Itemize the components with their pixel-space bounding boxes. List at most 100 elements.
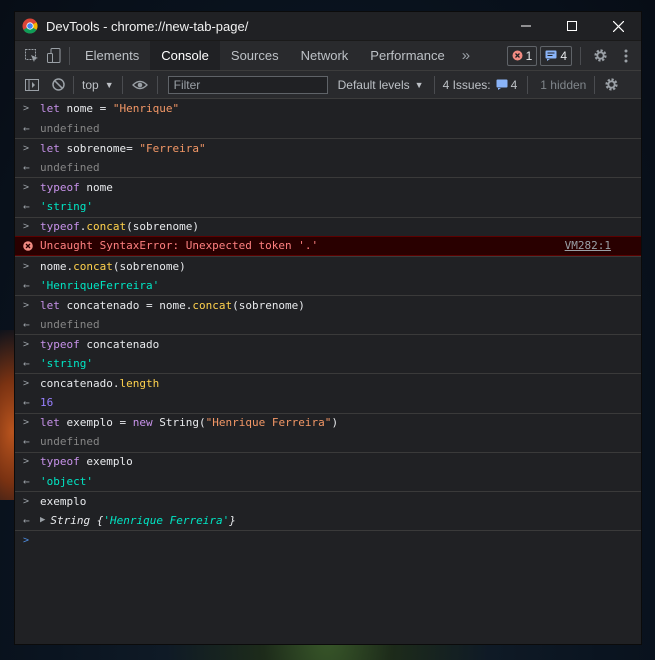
error-count: 1 [525, 48, 533, 63]
console-input-row: > concatenado. length [15, 373, 641, 393]
panel-tab-bar: Elements Console Sources Network Perform… [15, 41, 641, 71]
console-token: typeof [40, 455, 80, 469]
error-icon [23, 237, 33, 255]
prompt-caret-icon: > [23, 534, 30, 546]
input-prompt-icon: > [23, 338, 30, 350]
inspect-element-button[interactable] [21, 42, 43, 70]
input-prompt-icon: > [23, 221, 30, 233]
console-output-row: ← 16 [15, 393, 641, 413]
console-token: exemplo [79, 455, 133, 469]
object-value: 'Henrique Ferreira' [103, 513, 230, 527]
gear-icon [605, 78, 618, 91]
console-token: 'HenriqueFerreira' [40, 278, 160, 292]
context-dropdown-icon[interactable]: ▼ [105, 80, 114, 90]
source-link[interactable]: VM282:1 [565, 239, 611, 252]
sidebar-icon [25, 78, 39, 91]
filter-input[interactable]: Filter [167, 75, 328, 94]
levels-dropdown-icon[interactable]: ▼ [415, 80, 424, 90]
output-return-icon: ← [23, 474, 30, 488]
divider [580, 46, 581, 65]
console-token: let [40, 141, 60, 155]
console-input-row: > nome. concat (sobrenome) [15, 255, 641, 276]
input-prompt-icon: > [23, 378, 30, 390]
tab-network[interactable]: Network [290, 42, 360, 70]
input-prompt-icon: > [23, 260, 30, 272]
divider [69, 46, 70, 65]
output-return-icon: ← [23, 513, 30, 527]
input-prompt-icon: > [23, 182, 30, 194]
expand-triangle-icon[interactable]: ▶ [40, 515, 45, 525]
input-prompt-icon: > [23, 495, 30, 507]
maximize-button[interactable] [549, 12, 595, 40]
tab-elements[interactable]: Elements [74, 42, 150, 70]
input-prompt-icon: > [23, 299, 30, 311]
tab-performance[interactable]: Performance [359, 42, 455, 70]
devtools-window: DevTools - chrome://new-tab-page/ Elemen… [15, 12, 641, 644]
message-icon [545, 50, 557, 61]
console-output-row: ← 'string' [15, 197, 641, 217]
console-settings-button[interactable] [599, 71, 623, 99]
maximize-icon [567, 21, 577, 31]
output-return-icon: ← [23, 357, 30, 371]
clear-console-button[interactable] [47, 71, 69, 99]
chrome-icon [22, 18, 38, 34]
settings-button[interactable] [585, 42, 615, 70]
console-input-row: > typeof nome [15, 177, 641, 197]
console-token: undefined [40, 317, 100, 331]
window-title: DevTools - chrome://new-tab-page/ [46, 18, 249, 34]
close-button[interactable] [595, 12, 641, 40]
kebab-menu-icon [624, 49, 628, 62]
divider [156, 75, 158, 94]
console-output-row: ← undefined [15, 432, 641, 452]
device-toolbar-button[interactable] [43, 42, 65, 70]
output-return-icon: ← [23, 161, 30, 175]
console-log[interactable]: > let nome = "Henrique" ← undefined > let sob… [15, 99, 641, 550]
console-error-row: Uncaught SyntaxError: Unexpected token '… [15, 236, 641, 256]
divider [527, 75, 529, 94]
tab-console[interactable]: Console [150, 41, 220, 70]
console-token: 'string' [40, 357, 93, 371]
console-input-row: > let concatenado = nome. concat (sobrenome… [15, 294, 641, 315]
console-input-row: > typeof concatenado [15, 334, 641, 354]
error-count-badge[interactable]: 1 [506, 45, 538, 66]
console-token: nome. [40, 259, 74, 273]
live-expression-button[interactable] [127, 71, 153, 99]
console-prompt-row[interactable]: > [15, 530, 641, 550]
error-message: Uncaught SyntaxError: Unexpected token '… [40, 239, 319, 253]
log-levels-dropdown[interactable]: Default levels [338, 78, 410, 92]
gear-icon [593, 49, 607, 62]
console-token: typeof [40, 181, 80, 195]
console-token: concat [86, 220, 127, 234]
output-return-icon: ← [23, 396, 30, 410]
console-token: undefined [40, 435, 100, 449]
console-token: (sobrenome) [112, 259, 186, 273]
output-return-icon: ← [23, 278, 30, 292]
divider [121, 75, 123, 94]
minimize-icon [521, 25, 531, 27]
more-tabs-icon[interactable]: » [456, 47, 476, 64]
issues-count[interactable]: 4 [511, 78, 518, 92]
tab-sources[interactable]: Sources [220, 42, 290, 70]
output-return-icon: ← [23, 200, 30, 214]
hidden-count: 1 hidden [540, 77, 587, 92]
console-token: sobrenome= [59, 141, 140, 155]
console-token: nome [79, 181, 113, 195]
message-count-badge[interactable]: 4 [540, 45, 572, 66]
message-count: 4 [560, 48, 567, 63]
clear-icon [51, 78, 65, 91]
minimize-button[interactable] [503, 12, 549, 40]
context-selector[interactable]: top [82, 78, 99, 92]
message-icon [496, 79, 508, 90]
console-token: 'string' [40, 200, 93, 214]
console-token: (sobrenome) [126, 220, 199, 234]
more-options-button[interactable] [615, 42, 637, 70]
input-prompt-icon: > [23, 103, 30, 115]
output-return-icon: ← [23, 435, 30, 449]
console-output-row: ← undefined [15, 119, 641, 139]
inspect-icon [25, 48, 38, 62]
console-token: undefined [40, 121, 100, 135]
console-token: typeof [40, 337, 80, 351]
console-token: 16 [40, 396, 54, 410]
issues-label[interactable]: 4 Issues: [443, 78, 491, 92]
show-sidebar-button[interactable] [21, 71, 43, 99]
